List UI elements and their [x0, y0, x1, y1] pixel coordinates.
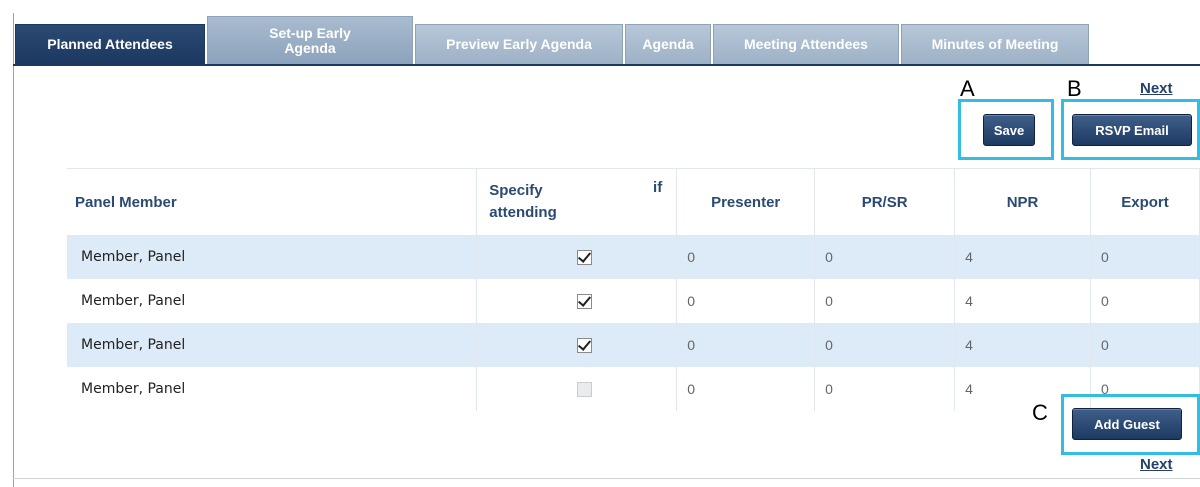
pr-sr-value: 0	[814, 367, 956, 411]
attending-cell	[476, 367, 678, 411]
bottom-divider	[13, 478, 1200, 479]
rsvp-email-button[interactable]: RSVP Email	[1072, 114, 1192, 146]
pr-sr-value: 0	[814, 235, 956, 279]
attending-cell	[476, 323, 678, 367]
save-button[interactable]: Save	[983, 114, 1035, 146]
attending-cell	[476, 235, 678, 279]
attending-checkbox[interactable]	[577, 294, 593, 310]
table-row: Member, Panel 0 0 4 0	[67, 367, 1200, 411]
table-row: Member, Panel 0 0 4 0	[67, 323, 1200, 367]
presenter-value: 0	[676, 367, 816, 411]
attending-checkbox[interactable]	[577, 338, 593, 354]
table-header-row: Panel Member Specify attending if Present…	[67, 168, 1200, 235]
add-guest-button[interactable]: Add Guest	[1072, 408, 1182, 440]
tab-planned-attendees[interactable]: Planned Attendees	[15, 24, 205, 64]
attending-cell	[476, 279, 678, 323]
next-link-top[interactable]: Next	[1140, 80, 1173, 97]
export-value: 0	[1090, 323, 1200, 367]
export-value: 0	[1090, 235, 1200, 279]
tab-setup-early-agenda[interactable]: Set-up Early Agenda	[207, 16, 413, 64]
header-pr-sr: PR/SR	[814, 168, 956, 235]
npr-value: 4	[954, 235, 1092, 279]
member-name: Member, Panel	[67, 279, 478, 323]
tab-agenda[interactable]: Agenda	[625, 24, 711, 64]
next-link-bottom[interactable]: Next	[1140, 456, 1173, 473]
header-specify-label: Specify attending	[489, 182, 557, 221]
header-presenter: Presenter	[676, 168, 816, 235]
pr-sr-value: 0	[814, 279, 956, 323]
npr-value: 4	[954, 323, 1092, 367]
tab-meeting-attendees[interactable]: Meeting Attendees	[713, 24, 899, 64]
tab-bar: Planned Attendees Set-up Early Agenda Pr…	[15, 16, 1115, 66]
tab-underline	[13, 64, 1200, 66]
tab-preview-early-agenda[interactable]: Preview Early Agenda	[415, 24, 623, 64]
npr-value: 4	[954, 279, 1092, 323]
member-name: Member, Panel	[67, 323, 478, 367]
export-value: 0	[1090, 279, 1200, 323]
attending-checkbox[interactable]	[577, 382, 593, 398]
member-name: Member, Panel	[67, 235, 478, 279]
table-row: Member, Panel 0 0 4 0	[67, 235, 1200, 279]
tab-minutes-of-meeting[interactable]: Minutes of Meeting	[901, 24, 1089, 64]
presenter-value: 0	[676, 235, 816, 279]
header-export: Export	[1090, 168, 1200, 235]
table-row: Member, Panel 0 0 4 0	[67, 279, 1200, 323]
callout-label-c: C	[1032, 400, 1048, 425]
presenter-value: 0	[676, 323, 816, 367]
header-specify-attending: Specify attending if	[476, 168, 678, 235]
pr-sr-value: 0	[814, 323, 956, 367]
presenter-value: 0	[676, 279, 816, 323]
member-name: Member, Panel	[67, 367, 478, 411]
header-specify-if: if	[653, 179, 663, 196]
header-npr: NPR	[954, 168, 1092, 235]
header-panel-member: Panel Member	[67, 168, 478, 235]
attending-checkbox[interactable]	[577, 250, 593, 266]
attendees-table: Panel Member Specify attending if Present…	[67, 168, 1200, 411]
